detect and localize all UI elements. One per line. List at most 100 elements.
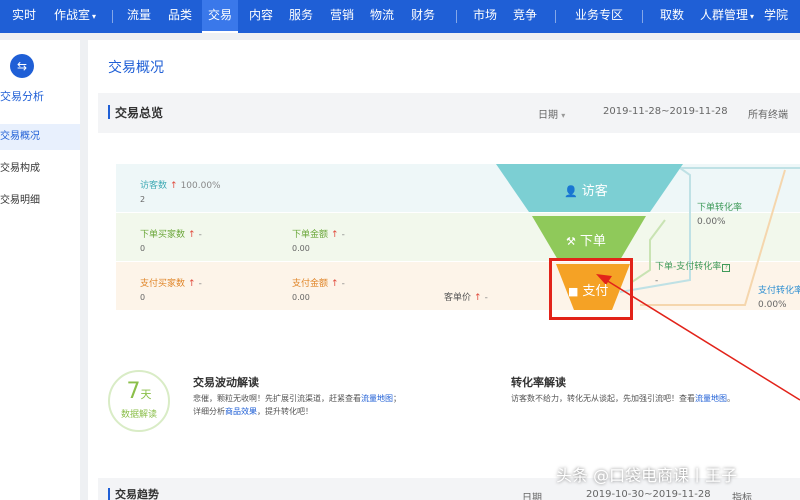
- sidebar-item-composition[interactable]: 交易构成: [0, 156, 80, 182]
- up-arrow-icon: ↑: [474, 293, 482, 303]
- highlight-box: [549, 258, 633, 320]
- conversion-text: 访客数不给力，转化无从谈起，先加强引流吧！查看流量地图。: [511, 392, 771, 405]
- nav-marketing[interactable]: 营销: [330, 0, 354, 33]
- wave-text-part: ，提升转化吧！: [257, 407, 313, 416]
- badge-unit: 天: [140, 388, 152, 401]
- section-marker: [108, 488, 110, 500]
- wave-text: 悲催，颗粒无收啊！先扩展引流渠道，赶紧查看流量地图；详细分析商品效果，提升转化吧…: [193, 392, 408, 418]
- nav-market[interactable]: 市场: [473, 0, 497, 33]
- nav-competition[interactable]: 竞争: [513, 0, 537, 33]
- order-amount-value: 0.00: [292, 244, 310, 253]
- page-title: 交易概况: [108, 60, 164, 76]
- conv-text-part: 。: [727, 394, 735, 403]
- up-arrow-icon: ↑: [170, 181, 178, 191]
- nav-divider: [555, 10, 556, 23]
- conv-text-part: 访客数不给力，转化无从谈起，先加强引流吧！查看: [511, 394, 695, 403]
- hammer-icon: ⚒: [566, 235, 576, 248]
- pay-amount-change: -: [341, 279, 345, 289]
- order-amount-change: -: [341, 230, 345, 240]
- nav-logistics[interactable]: 物流: [370, 0, 394, 33]
- visitor-value: 2: [140, 195, 146, 204]
- unit-price-change: -: [484, 293, 488, 303]
- nav-realtime[interactable]: 实时: [12, 0, 36, 33]
- order-pay-conversion-value: -: [655, 276, 659, 286]
- nav-fetch-data[interactable]: 取数: [660, 0, 684, 33]
- nav-crowd-management[interactable]: 人群管理 ▾: [700, 0, 754, 33]
- pay-buyers-metric: 支付买家数 ↑ - 0: [140, 276, 202, 302]
- sidebar-title: 交易分析: [0, 90, 44, 103]
- conversion-title: 转化率解读: [511, 376, 566, 389]
- wave-title: 交易波动解读: [193, 376, 259, 389]
- pay-conversion-value: 0.00%: [758, 300, 787, 310]
- sidebar-item-overview[interactable]: 交易概况: [0, 124, 80, 150]
- terminal-selector[interactable]: 所有终端: [748, 106, 788, 121]
- order-buyers-value: 0: [140, 244, 146, 253]
- badge-number: 7: [126, 379, 141, 404]
- stage-visitor: 👤 访客: [564, 180, 608, 199]
- watermark: 头条 @口袋电商课丨王子: [556, 466, 738, 485]
- date-selector[interactable]: 日期 ▾: [538, 106, 565, 121]
- visitor-label: 访客数: [140, 181, 168, 191]
- section-marker: [108, 105, 110, 119]
- user-icon: 👤: [564, 185, 578, 198]
- trend-label: 交易趋势: [115, 488, 159, 500]
- pay-conversion-label: 支付转化率: [758, 286, 800, 296]
- visitor-metric: 访客数 ↑ 100.00% 2: [140, 178, 221, 204]
- order-conversion-label: 下单转化率: [697, 203, 743, 213]
- nav-divider: [112, 10, 113, 23]
- product-effect-link[interactable]: 商品效果: [225, 407, 257, 416]
- order-buyers-label: 下单买家数: [140, 230, 186, 240]
- nav-business-zone[interactable]: 业务专区: [575, 0, 623, 33]
- pay-buyers-value: 0: [140, 293, 146, 302]
- traffic-map-link[interactable]: 流量地图: [361, 394, 393, 403]
- order-buyers-change: -: [198, 230, 202, 240]
- order-amount-metric: 下单金额 ↑ - 0.00: [292, 227, 345, 253]
- badge-label: 数据解读: [120, 410, 157, 420]
- nav-transaction[interactable]: 交易: [202, 0, 239, 33]
- help-icon[interactable]: ?: [722, 264, 731, 272]
- pay-amount-metric: 支付金额 ↑ - 0.00: [292, 276, 345, 302]
- order-pay-conversion-label: 下单-支付转化率: [655, 262, 722, 272]
- order-amount-label: 下单金额: [292, 230, 329, 240]
- order-pay-conversion: 下单-支付转化率? -: [655, 259, 731, 286]
- unit-price-metric: 客单价 ↑ -: [444, 290, 488, 303]
- nav-war-room[interactable]: 作战室 ▾: [54, 0, 96, 33]
- nav-category[interactable]: 品类: [168, 0, 192, 33]
- nav-war-room-label: 作战室: [54, 8, 91, 22]
- order-conversion-value: 0.00%: [697, 217, 726, 227]
- up-arrow-icon: ↑: [331, 230, 339, 240]
- nav-finance[interactable]: 财务: [411, 0, 435, 33]
- pay-buyers-label: 支付买家数: [140, 279, 186, 289]
- stage-order: ⚒ 下单: [566, 230, 606, 249]
- overview-header: 交易总览 日期 ▾ 2019-11-28~2019-11-28 所有终端: [98, 93, 800, 133]
- dropdown-icon: ▾: [92, 12, 97, 21]
- dropdown-icon: ▾: [750, 12, 755, 21]
- pay-amount-label: 支付金额: [292, 279, 329, 289]
- order-conversion: 下单转化率 0.00%: [697, 200, 742, 227]
- up-arrow-icon: ↑: [188, 230, 196, 240]
- seven-day-badge[interactable]: 7天 数据解读: [108, 370, 170, 432]
- stage-visitor-label: 访客: [581, 184, 608, 199]
- metric-selector[interactable]: 指标: [732, 489, 752, 500]
- wave-text-part: 悲催，颗粒无收啊！先扩展引流渠道，赶紧查看: [193, 394, 361, 403]
- date-label: 日期: [538, 110, 558, 121]
- date-range: 2019-11-28~2019-11-28: [603, 106, 728, 117]
- unit-price-label: 客单价: [444, 293, 472, 303]
- pay-conversion: 支付转化率 0.00%: [758, 283, 800, 310]
- nav-divider: [642, 10, 643, 23]
- nav-crowd-management-label: 人群管理: [700, 8, 749, 22]
- nav-traffic[interactable]: 流量: [127, 0, 151, 33]
- chevron-down-icon: ▾: [561, 111, 566, 120]
- nav-academy[interactable]: 学院: [764, 0, 788, 33]
- nav-service[interactable]: 服务: [289, 0, 313, 33]
- nav-divider: [456, 10, 457, 23]
- up-arrow-icon: ↑: [188, 279, 196, 289]
- stage-order-label: 下单: [579, 234, 606, 249]
- overview-label: 交易总览: [115, 106, 164, 120]
- top-nav: 实时 作战室 ▾ 流量 品类 交易 内容 服务 营销 物流 财务 市场 竞争 业务…: [0, 0, 800, 33]
- traffic-map-link[interactable]: 流量地图: [695, 394, 727, 403]
- nav-content[interactable]: 内容: [249, 0, 273, 33]
- sidebar-item-details[interactable]: 交易明细: [0, 188, 80, 214]
- pay-amount-value: 0.00: [292, 293, 310, 302]
- trend-date-selector[interactable]: 日期: [522, 489, 542, 500]
